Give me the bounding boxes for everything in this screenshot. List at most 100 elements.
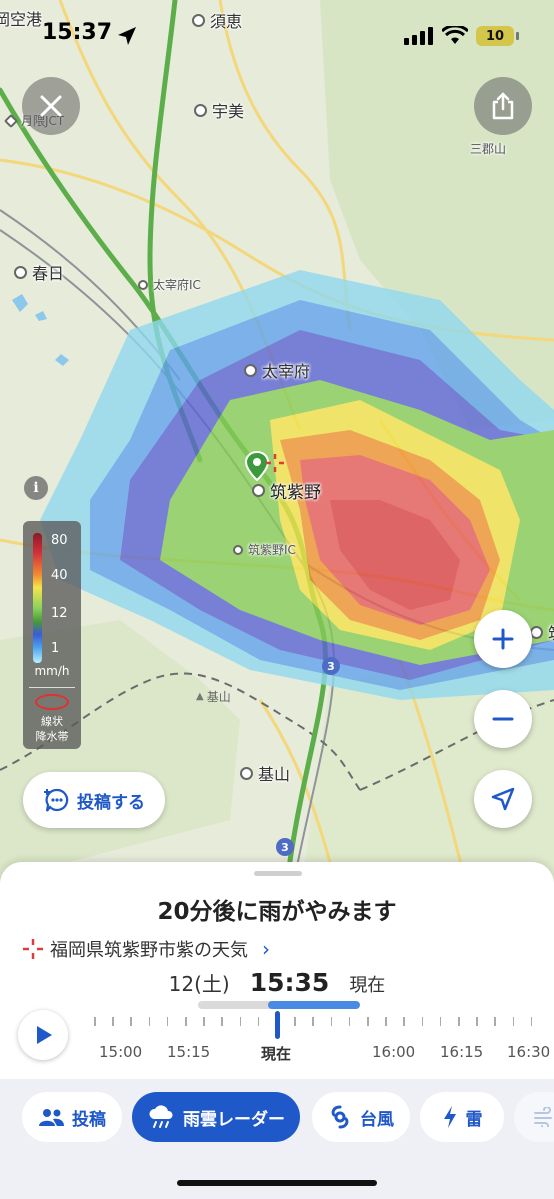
timeline-label-now: 現在 <box>261 1045 292 1063</box>
post-chat-icon <box>44 788 69 812</box>
timeline-tick <box>130 1017 132 1026</box>
timeline-cursor[interactable] <box>275 1011 280 1039</box>
timeline-tick <box>512 1017 515 1026</box>
wind-icon <box>534 1107 552 1127</box>
battery-indicator: 10 <box>476 26 519 46</box>
timeline-tick <box>403 1017 405 1026</box>
location-name: 福岡県筑紫野市紫の天気 <box>50 940 248 961</box>
now-label: 現在 <box>349 975 386 996</box>
timeline-tick <box>294 1017 296 1026</box>
timeline-label: 16:30 <box>507 1043 551 1061</box>
legend-tick: 1 <box>51 641 60 656</box>
weather-sheet[interactable]: 20分後に雨がやみます 福岡県筑紫野市紫の天気 › 12(土) 15:35 現在… <box>0 862 554 1199</box>
location-link[interactable]: 福岡県筑紫野市紫の天気 › <box>22 936 270 962</box>
current-location-marker <box>244 450 285 482</box>
timeline-tick <box>439 1017 442 1026</box>
status-time: 15:37 <box>42 20 113 45</box>
chevron-right-icon: › <box>262 937 270 961</box>
timeline-tick <box>148 1017 151 1026</box>
lightning-icon <box>443 1106 456 1128</box>
home-indicator <box>177 1180 377 1186</box>
timeline-tick <box>385 1017 387 1026</box>
timeline-ticks <box>94 1017 554 1031</box>
timeline-tick <box>185 1017 187 1026</box>
timeline-tick <box>421 1017 424 1026</box>
tab-rain-radar-label: 雨雲レーダー <box>183 1109 285 1130</box>
status-bar: 15:37 10 <box>0 0 554 72</box>
timeline-tick <box>330 1017 333 1026</box>
timeline-scrubber[interactable]: 15:00 15:15 現在 16:00 16:15 16:30 <box>0 997 554 1077</box>
typhoon-icon <box>331 1105 349 1129</box>
place-chikushino-ic: 筑紫野IC <box>233 541 296 558</box>
legend-tick: 40 <box>51 568 68 583</box>
place-kasuga: 春日 <box>14 260 64 284</box>
tab-rain-radar[interactable]: 雨雲レーダー <box>132 1092 300 1142</box>
timeline-tick <box>348 1017 351 1026</box>
wifi-icon <box>442 26 468 44</box>
location-arrow-icon <box>118 27 136 45</box>
share-button[interactable] <box>474 77 532 135</box>
place-kiyama-mountain: ▲ 基山 <box>196 690 231 704</box>
minus-icon <box>492 717 514 721</box>
tab-typhoon-label: 台風 <box>360 1109 394 1130</box>
timeline-tick <box>94 1017 96 1026</box>
timeline-tick <box>239 1017 242 1026</box>
place-umi: 宇美 <box>194 98 244 122</box>
timeline-tick <box>312 1017 314 1026</box>
timeline-tick <box>476 1017 478 1026</box>
navigation-arrow-icon <box>491 787 515 811</box>
zoom-out-button[interactable] <box>474 690 532 748</box>
timeline-label: 16:15 <box>440 1043 484 1061</box>
tab-typhoon[interactable]: 台風 <box>312 1092 410 1142</box>
map-view[interactable]: 岡空港 須恵 宇美 月隈JCT 三郡山 春日 太宰府IC 太宰府 筑紫野 筑紫野… <box>0 0 554 900</box>
rain-cloud-icon <box>149 1105 173 1128</box>
timeline-tick <box>458 1017 460 1026</box>
timeline-tick <box>530 1017 533 1026</box>
timeline-tick <box>257 1017 260 1026</box>
precipitation-legend: 80 40 12 1 mm/h 線状 降水帯 <box>23 521 81 749</box>
post-button-label: 投稿する <box>77 792 145 813</box>
current-location-button[interactable] <box>474 770 532 828</box>
info-button[interactable]: i <box>24 476 48 500</box>
legend-color-scale <box>33 533 42 663</box>
timeline-label: 15:15 <box>167 1043 211 1061</box>
forecast-range-bar <box>268 1001 360 1009</box>
route-badge: 3 <box>276 838 294 856</box>
close-button[interactable] <box>22 77 80 135</box>
place-dazaifu: 太宰府 <box>244 358 310 382</box>
sheet-grabber[interactable] <box>254 871 302 876</box>
cellular-signal-icon <box>404 27 433 45</box>
share-icon <box>492 92 514 120</box>
plus-icon <box>492 628 514 650</box>
tab-post-label: 投稿 <box>72 1109 106 1130</box>
tab-lightning-label: 雷 <box>465 1109 483 1130</box>
place-sangunzan: 三郡山 <box>470 142 507 156</box>
rain-forecast-headline: 20分後に雨がやみます <box>157 899 397 925</box>
legend-tick: 80 <box>51 533 68 548</box>
place-kiyama: 基山 <box>240 761 290 785</box>
timeline-tick <box>166 1017 169 1026</box>
current-time-row: 12(土) 15:35 現在 <box>0 968 554 997</box>
timeline-tick <box>494 1017 496 1026</box>
timeline-tick <box>221 1017 223 1026</box>
play-button[interactable] <box>18 1010 68 1060</box>
people-icon <box>39 1109 64 1126</box>
timeline-tick <box>367 1017 369 1026</box>
place-dazaifu-ic: 太宰府IC <box>138 276 201 293</box>
tab-post[interactable]: 投稿 <box>22 1092 122 1142</box>
timeline-label: 16:00 <box>372 1043 416 1061</box>
timeline-tick <box>203 1017 205 1026</box>
post-button[interactable]: 投稿する <box>23 772 165 828</box>
tab-more-partial[interactable] <box>514 1092 554 1142</box>
legend-tick: 12 <box>51 606 68 621</box>
time-label: 15:35 <box>249 968 330 997</box>
close-icon <box>40 95 62 117</box>
date-label: 12(土) <box>168 972 230 996</box>
linear-band-icon <box>35 694 69 710</box>
crosshair-icon <box>23 939 43 959</box>
place-chiku-edge: 筑 <box>530 620 554 644</box>
legend-linear-band-label: 線状 降水帯 <box>35 715 69 743</box>
zoom-in-button[interactable] <box>474 610 532 668</box>
timeline-label: 15:00 <box>99 1043 143 1061</box>
tab-lightning[interactable]: 雷 <box>420 1092 504 1142</box>
